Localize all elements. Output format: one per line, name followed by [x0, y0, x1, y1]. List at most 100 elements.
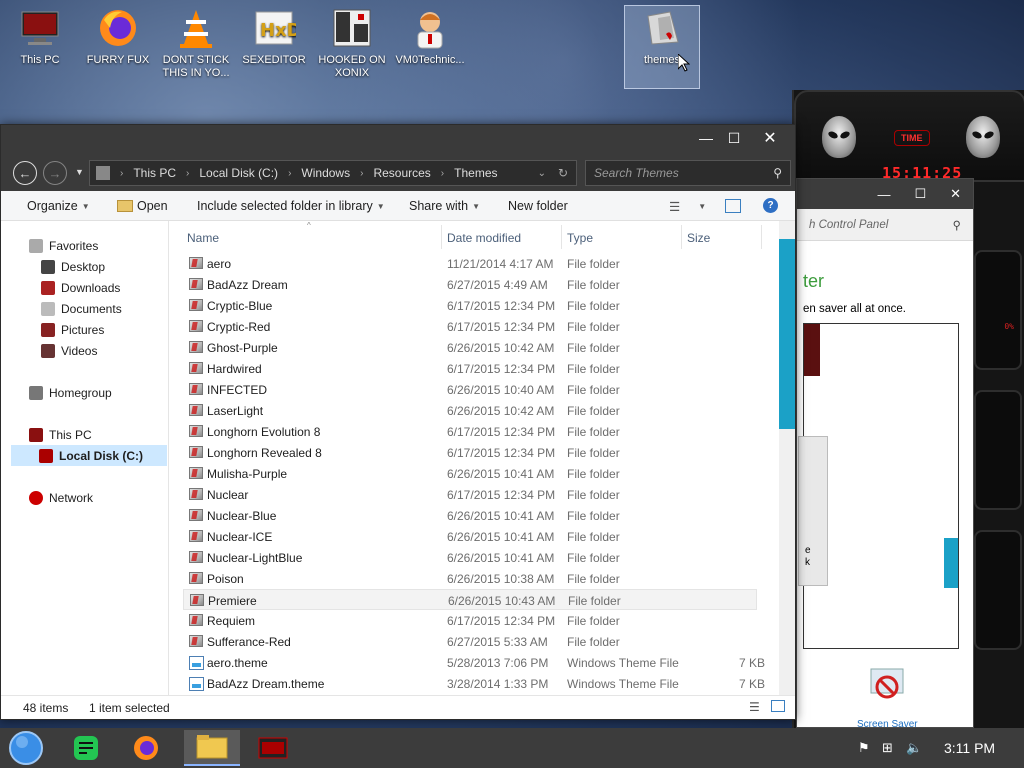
file-row[interactable]: Nuclear-ICE 6/26/2015 10:41 AM File folder	[183, 526, 757, 547]
gadget-meter: 0%	[974, 250, 1022, 370]
desktop-icon-vm-technician[interactable]: VM0Technic...	[392, 6, 468, 90]
file-name: Mulisha-Purple	[207, 467, 288, 481]
preview-pane-button[interactable]	[725, 199, 741, 213]
column-divider[interactable]	[441, 225, 442, 249]
column-divider[interactable]	[761, 225, 762, 249]
file-row[interactable]: Cryptic-Blue 6/17/2015 12:34 PM File folde…	[183, 295, 757, 316]
nav-favorites[interactable]: Favorites	[29, 235, 98, 256]
maximize-button[interactable]: ☐	[717, 125, 751, 151]
taskbar-firefox[interactable]	[122, 730, 170, 766]
control-panel-search[interactable]: h Control Panel ⚲	[797, 209, 973, 241]
screen-saver-icon[interactable]	[869, 667, 905, 707]
desktop-icon-hxd[interactable]: HxD SEXEDITOR	[236, 6, 312, 90]
file-row[interactable]: Requiem 6/17/2015 12:34 PM File folder	[183, 610, 757, 631]
flag-icon[interactable]: ⚑	[858, 740, 870, 756]
explorer-titlebar[interactable]: — ☐ ✕	[1, 125, 795, 155]
back-button[interactable]: ←	[13, 161, 37, 185]
forward-button[interactable]: →	[43, 161, 67, 185]
file-row[interactable]: aero.theme 5/28/2013 7:06 PM Windows Theme…	[183, 652, 765, 673]
file-row[interactable]: Mulisha-Purple 6/26/2015 10:41 AM File fol…	[183, 463, 757, 484]
file-row[interactable]: aero 11/21/2014 4:17 AM File folder	[183, 253, 757, 274]
include-in-library-button[interactable]: Include selected folder in library ▼	[197, 199, 385, 213]
minimize-icon[interactable]: —	[877, 187, 890, 202]
view-options-button[interactable]: ☰ ▼	[669, 199, 706, 214]
file-date: 6/26/2015 10:42 AM	[447, 404, 555, 418]
close-icon[interactable]: ✕	[950, 186, 961, 202]
nav-documents[interactable]: Documents	[41, 298, 122, 319]
column-header-type[interactable]: Type	[567, 231, 593, 245]
file-row[interactable]: LaserLight 6/26/2015 10:42 AM File folder	[183, 400, 757, 421]
file-row[interactable]: Cryptic-Red 6/17/2015 12:34 PM File folder	[183, 316, 757, 337]
close-button[interactable]: ✕	[753, 125, 787, 151]
recent-locations-dropdown[interactable]: ▼	[75, 167, 84, 177]
nav-network[interactable]: Network	[29, 487, 93, 508]
gadget-meter	[974, 530, 1022, 650]
file-row[interactable]: Nuclear-Blue 6/26/2015 10:41 AM File folde…	[183, 505, 757, 526]
file-row[interactable]: Poison 6/26/2015 10:38 AM File folder	[183, 568, 757, 589]
share-with-button[interactable]: Share with ▼	[409, 199, 480, 213]
file-row[interactable]: INFECTED 6/26/2015 10:40 AM File folder	[183, 379, 757, 400]
nav-downloads[interactable]: Downloads	[41, 277, 120, 298]
file-row[interactable]: Longhorn Revealed 8 6/17/2015 12:34 PM Fil…	[183, 442, 757, 463]
desktop-icon-vlc[interactable]: DONT STICK THIS IN YO...	[158, 6, 234, 90]
refresh-icon[interactable]: ↻	[558, 166, 568, 180]
scrollbar-thumb[interactable]	[779, 239, 795, 429]
taskbar-clock[interactable]: 3:11 PM	[944, 740, 995, 756]
breadcrumb-resources[interactable]: Resources	[373, 166, 430, 180]
chevron-down-icon[interactable]: ⌄	[538, 168, 546, 179]
file-row[interactable]: Nuclear 6/17/2015 12:34 PM File folder	[183, 484, 757, 505]
column-header-size[interactable]: Size	[687, 231, 710, 245]
nav-videos[interactable]: Videos	[41, 340, 97, 361]
breadcrumb-separator: ›	[186, 167, 190, 179]
address-bar[interactable]: › This PC › Local Disk (C:) › Windows › …	[89, 160, 577, 186]
column-header-date[interactable]: Date modified	[447, 231, 521, 245]
control-panel-window[interactable]: — ☐ ✕ h Control Panel ⚲ ter en saver all…	[796, 178, 974, 730]
nav-this-pc[interactable]: This PC	[29, 424, 92, 445]
network-status-icon[interactable]: ⊞	[882, 740, 893, 756]
file-row[interactable]: Hardwired 6/17/2015 12:34 PM File folder	[183, 358, 757, 379]
nav-homegroup[interactable]: Homegroup	[29, 382, 112, 403]
maximize-icon[interactable]: ☐	[914, 186, 926, 202]
start-button[interactable]	[2, 730, 50, 766]
column-header-name[interactable]: Name	[187, 231, 219, 245]
file-explorer-window[interactable]: — ☐ ✕ ← → ▼ › This PC › Local Disk (C:) …	[0, 124, 796, 720]
breadcrumb-windows[interactable]: Windows	[301, 166, 350, 180]
taskbar-gadget-app[interactable]	[246, 730, 300, 766]
help-button[interactable]: ?	[763, 198, 778, 213]
taskbar-file-explorer[interactable]	[184, 730, 240, 766]
new-folder-button[interactable]: New folder	[508, 199, 568, 213]
breadcrumb-this-pc[interactable]: This PC	[133, 166, 176, 180]
column-divider[interactable]	[681, 225, 682, 249]
organize-button[interactable]: Organize ▼	[27, 199, 90, 213]
breadcrumb-local-disk[interactable]: Local Disk (C:)	[199, 166, 278, 180]
file-date: 6/27/2015 4:49 AM	[447, 278, 548, 292]
desktop-icon-this-pc[interactable]: This PC	[2, 6, 78, 90]
file-type: File folder	[567, 383, 620, 397]
file-row[interactable]: Nuclear-LightBlue 6/26/2015 10:41 AM File …	[183, 547, 757, 568]
desktop-icon-firefox[interactable]: FURRY FUX	[80, 6, 156, 90]
file-row[interactable]: Sufferance-Red 6/27/2015 5:33 AM File fold…	[183, 631, 757, 652]
volume-icon[interactable]: 🔈	[906, 740, 922, 756]
open-button[interactable]: Open	[117, 199, 168, 213]
breadcrumb-themes[interactable]: Themes	[454, 166, 497, 180]
details-view-icon[interactable]: ☰	[749, 700, 760, 714]
taskbar-notes-app[interactable]	[62, 730, 110, 766]
folder-icon	[189, 383, 203, 395]
preview-thumbnail	[804, 324, 820, 376]
file-type: File folder	[567, 446, 620, 460]
nav-desktop[interactable]: Desktop	[41, 256, 105, 277]
file-row[interactable]: BadAzz Dream.theme 3/28/2014 1:33 PM Windo…	[183, 673, 765, 694]
search-themes-input[interactable]: Search Themes ⚲	[585, 160, 791, 186]
file-date: 6/26/2015 10:38 AM	[447, 572, 555, 586]
file-row[interactable]: BadAzz Dream 6/27/2015 4:49 AM File folder	[183, 274, 757, 295]
file-row[interactable]: Longhorn Evolution 8 6/17/2015 12:34 PM Fi…	[183, 421, 757, 442]
nav-local-disk[interactable]: Local Disk (C:)	[11, 445, 167, 466]
desktop-icon-xonix[interactable]: HOOKED ON XONIX	[314, 6, 390, 90]
scrollbar-thumb[interactable]	[944, 538, 958, 588]
large-icons-view-icon[interactable]	[771, 700, 785, 712]
file-row[interactable]: Ghost-Purple 6/26/2015 10:42 AM File folde…	[183, 337, 757, 358]
nav-pictures[interactable]: Pictures	[41, 319, 104, 340]
desktop-icon-themes[interactable]: themes	[624, 5, 700, 89]
file-row[interactable]: Premiere 6/26/2015 10:43 AM File folder	[183, 589, 757, 610]
column-divider[interactable]	[561, 225, 562, 249]
